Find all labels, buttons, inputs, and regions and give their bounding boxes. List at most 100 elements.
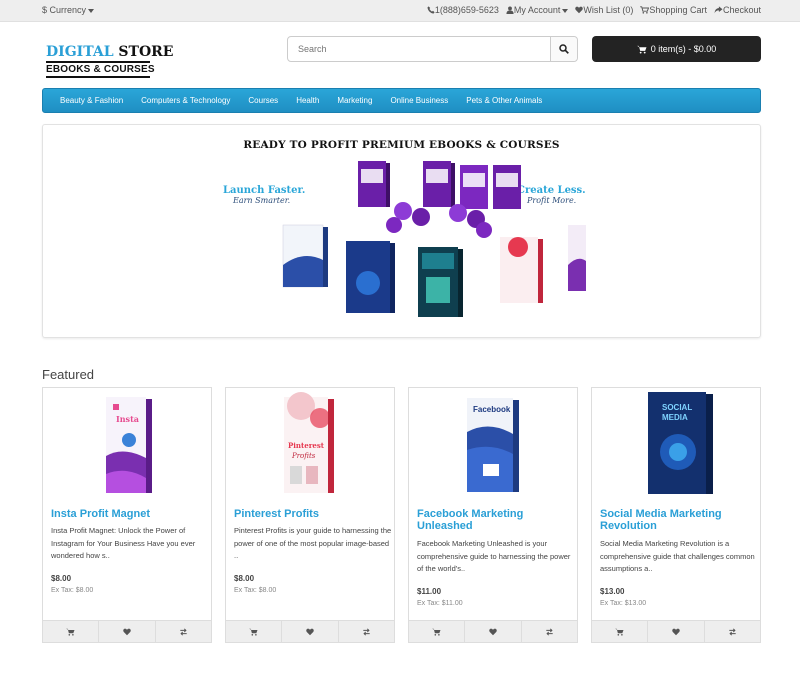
product-ex-tax: Ex Tax: $13.00	[600, 600, 647, 607]
product-description: Pinterest Profits is your guide to harne…	[234, 526, 392, 560]
cart-dropdown-button[interactable]: 0 item(s) - $0.00	[592, 36, 761, 62]
menu-item-beauty-fashion[interactable]: Beauty & Fashion	[51, 96, 132, 105]
product-name-link[interactable]: Insta Profit Magnet	[51, 508, 207, 520]
facebook-book	[282, 224, 328, 288]
product-image[interactable]: Pinterest Profits	[226, 388, 394, 506]
caret-down-icon	[88, 8, 95, 13]
cart-total-label: 0 item(s) - $0.00	[650, 44, 717, 54]
svg-text:Insta: Insta	[116, 414, 139, 424]
product-description: Social Media Marketing Revolution is a c…	[600, 539, 755, 573]
share-icon	[714, 6, 723, 14]
menu-item-online-business[interactable]: Online Business	[381, 96, 457, 105]
pinterest-book	[500, 237, 543, 303]
product-actions	[409, 620, 577, 642]
internet-marketing-book	[418, 247, 463, 317]
product-description: Facebook Marketing Unleashed is your com…	[417, 539, 571, 573]
add-to-wishlist-button[interactable]	[281, 621, 337, 642]
add-to-cart-button[interactable]	[592, 621, 647, 642]
product-actions	[592, 620, 760, 642]
heart-icon	[123, 628, 131, 635]
search-icon	[559, 44, 569, 54]
add-to-cart-button[interactable]	[226, 621, 281, 642]
add-to-wishlist-button[interactable]	[647, 621, 703, 642]
currency-label: Currency	[49, 5, 87, 15]
wish-list-label: Wish List (0)	[583, 5, 634, 15]
product-name-link[interactable]: Pinterest Profits	[234, 508, 390, 520]
compare-button[interactable]	[337, 621, 394, 642]
featured-heading: Featured	[42, 367, 95, 382]
product-name-link[interactable]: Social Media Marketing Revolution	[600, 508, 756, 532]
svg-text:Facebook: Facebook	[473, 405, 511, 414]
user-icon	[506, 6, 514, 14]
logo-text-store: STORE	[113, 44, 174, 60]
add-to-wishlist-button[interactable]	[98, 621, 154, 642]
compare-button[interactable]	[520, 621, 577, 642]
product-card: Pinterest Profits Pinterest Profits Pint…	[225, 387, 395, 643]
banner-product-collage	[282, 161, 586, 317]
exchange-icon	[363, 627, 370, 636]
top-links: 1(888)659-5623 My Account Wish List (0) …	[427, 5, 761, 15]
currency-dropdown[interactable]: $ Currency	[42, 5, 95, 15]
menu-item-health[interactable]: Health	[287, 96, 328, 105]
logo-subtitle: EBOOKS & COURSES	[46, 64, 155, 75]
product-price: $8.00	[234, 574, 255, 583]
cart-icon	[636, 45, 647, 54]
my-account-link[interactable]: My Account	[506, 5, 569, 15]
cart-icon	[615, 628, 624, 636]
compare-button[interactable]	[703, 621, 760, 642]
menu-item-computers-technology[interactable]: Computers & Technology	[132, 96, 239, 105]
product-ex-tax: Ex Tax: $11.00	[417, 600, 463, 607]
product-price: $13.00	[600, 587, 625, 596]
product-card: Facebook Facebook Marketing Unleashed Fa…	[408, 387, 578, 643]
exchange-icon	[546, 627, 553, 636]
caret-down-icon	[562, 8, 569, 13]
hero-banner[interactable]: READY TO PROFIT PREMIUM EBOOKS & COURSES…	[42, 124, 761, 338]
shopping-cart-label: Shopping Cart	[649, 5, 707, 15]
search-button[interactable]	[550, 37, 577, 61]
svg-text:Pinterest: Pinterest	[288, 441, 325, 450]
exchange-icon	[180, 627, 187, 636]
shopping-cart-link[interactable]: Shopping Cart	[640, 5, 707, 15]
heart-icon	[306, 628, 314, 635]
product-actions	[43, 620, 211, 642]
product-ex-tax: Ex Tax: $8.00	[51, 587, 94, 594]
product-image[interactable]: Facebook	[409, 388, 577, 506]
social-media-book	[346, 241, 395, 313]
phone-link[interactable]: 1(888)659-5623	[427, 5, 499, 15]
product-price: $8.00	[51, 574, 72, 583]
dollar-icon: $	[42, 5, 48, 15]
checkout-link[interactable]: Checkout	[714, 5, 761, 15]
wish-list-link[interactable]: Wish List (0)	[575, 5, 633, 15]
store-logo[interactable]: DIGITAL STORE EBOOKS & COURSES	[46, 45, 173, 78]
svg-text:MEDIA: MEDIA	[662, 413, 688, 422]
email-list-book-stack	[358, 161, 521, 238]
category-menu: Beauty & Fashion Computers & Technology …	[42, 88, 761, 113]
svg-text:SOCIAL: SOCIAL	[662, 403, 692, 412]
cart-icon	[249, 628, 258, 636]
insta-book	[568, 225, 586, 291]
heart-icon	[672, 628, 680, 635]
checkout-label: Checkout	[722, 5, 761, 15]
compare-button[interactable]	[154, 621, 211, 642]
phone-icon	[427, 6, 435, 14]
cart-icon	[432, 628, 441, 636]
top-bar: $ Currency 1(888)659-5623 My Account Wis…	[0, 0, 800, 22]
search-input[interactable]	[288, 37, 551, 61]
add-to-cart-button[interactable]	[409, 621, 464, 642]
menu-item-courses[interactable]: Courses	[239, 96, 287, 105]
heart-icon	[489, 628, 497, 635]
svg-text:Profits: Profits	[291, 452, 316, 460]
add-to-wishlist-button[interactable]	[464, 621, 520, 642]
cart-icon	[66, 628, 75, 636]
phone-number: 1(888)659-5623	[434, 5, 499, 15]
product-card: SOCIAL MEDIA Social Media Marketing Revo…	[591, 387, 761, 643]
menu-item-pets-animals[interactable]: Pets & Other Animals	[457, 96, 551, 105]
product-card: Insta Insta Profit Magnet Insta Profit M…	[42, 387, 212, 643]
banner-headline: READY TO PROFIT PREMIUM EBOOKS & COURSES	[243, 139, 560, 151]
product-image[interactable]: SOCIAL MEDIA	[592, 388, 760, 506]
product-image[interactable]: Insta	[43, 388, 211, 506]
add-to-cart-button[interactable]	[43, 621, 98, 642]
product-name-link[interactable]: Facebook Marketing Unleashed	[417, 508, 573, 532]
menu-item-marketing[interactable]: Marketing	[328, 96, 381, 105]
product-description: Insta Profit Magnet: Unlock the Power of…	[51, 526, 196, 560]
